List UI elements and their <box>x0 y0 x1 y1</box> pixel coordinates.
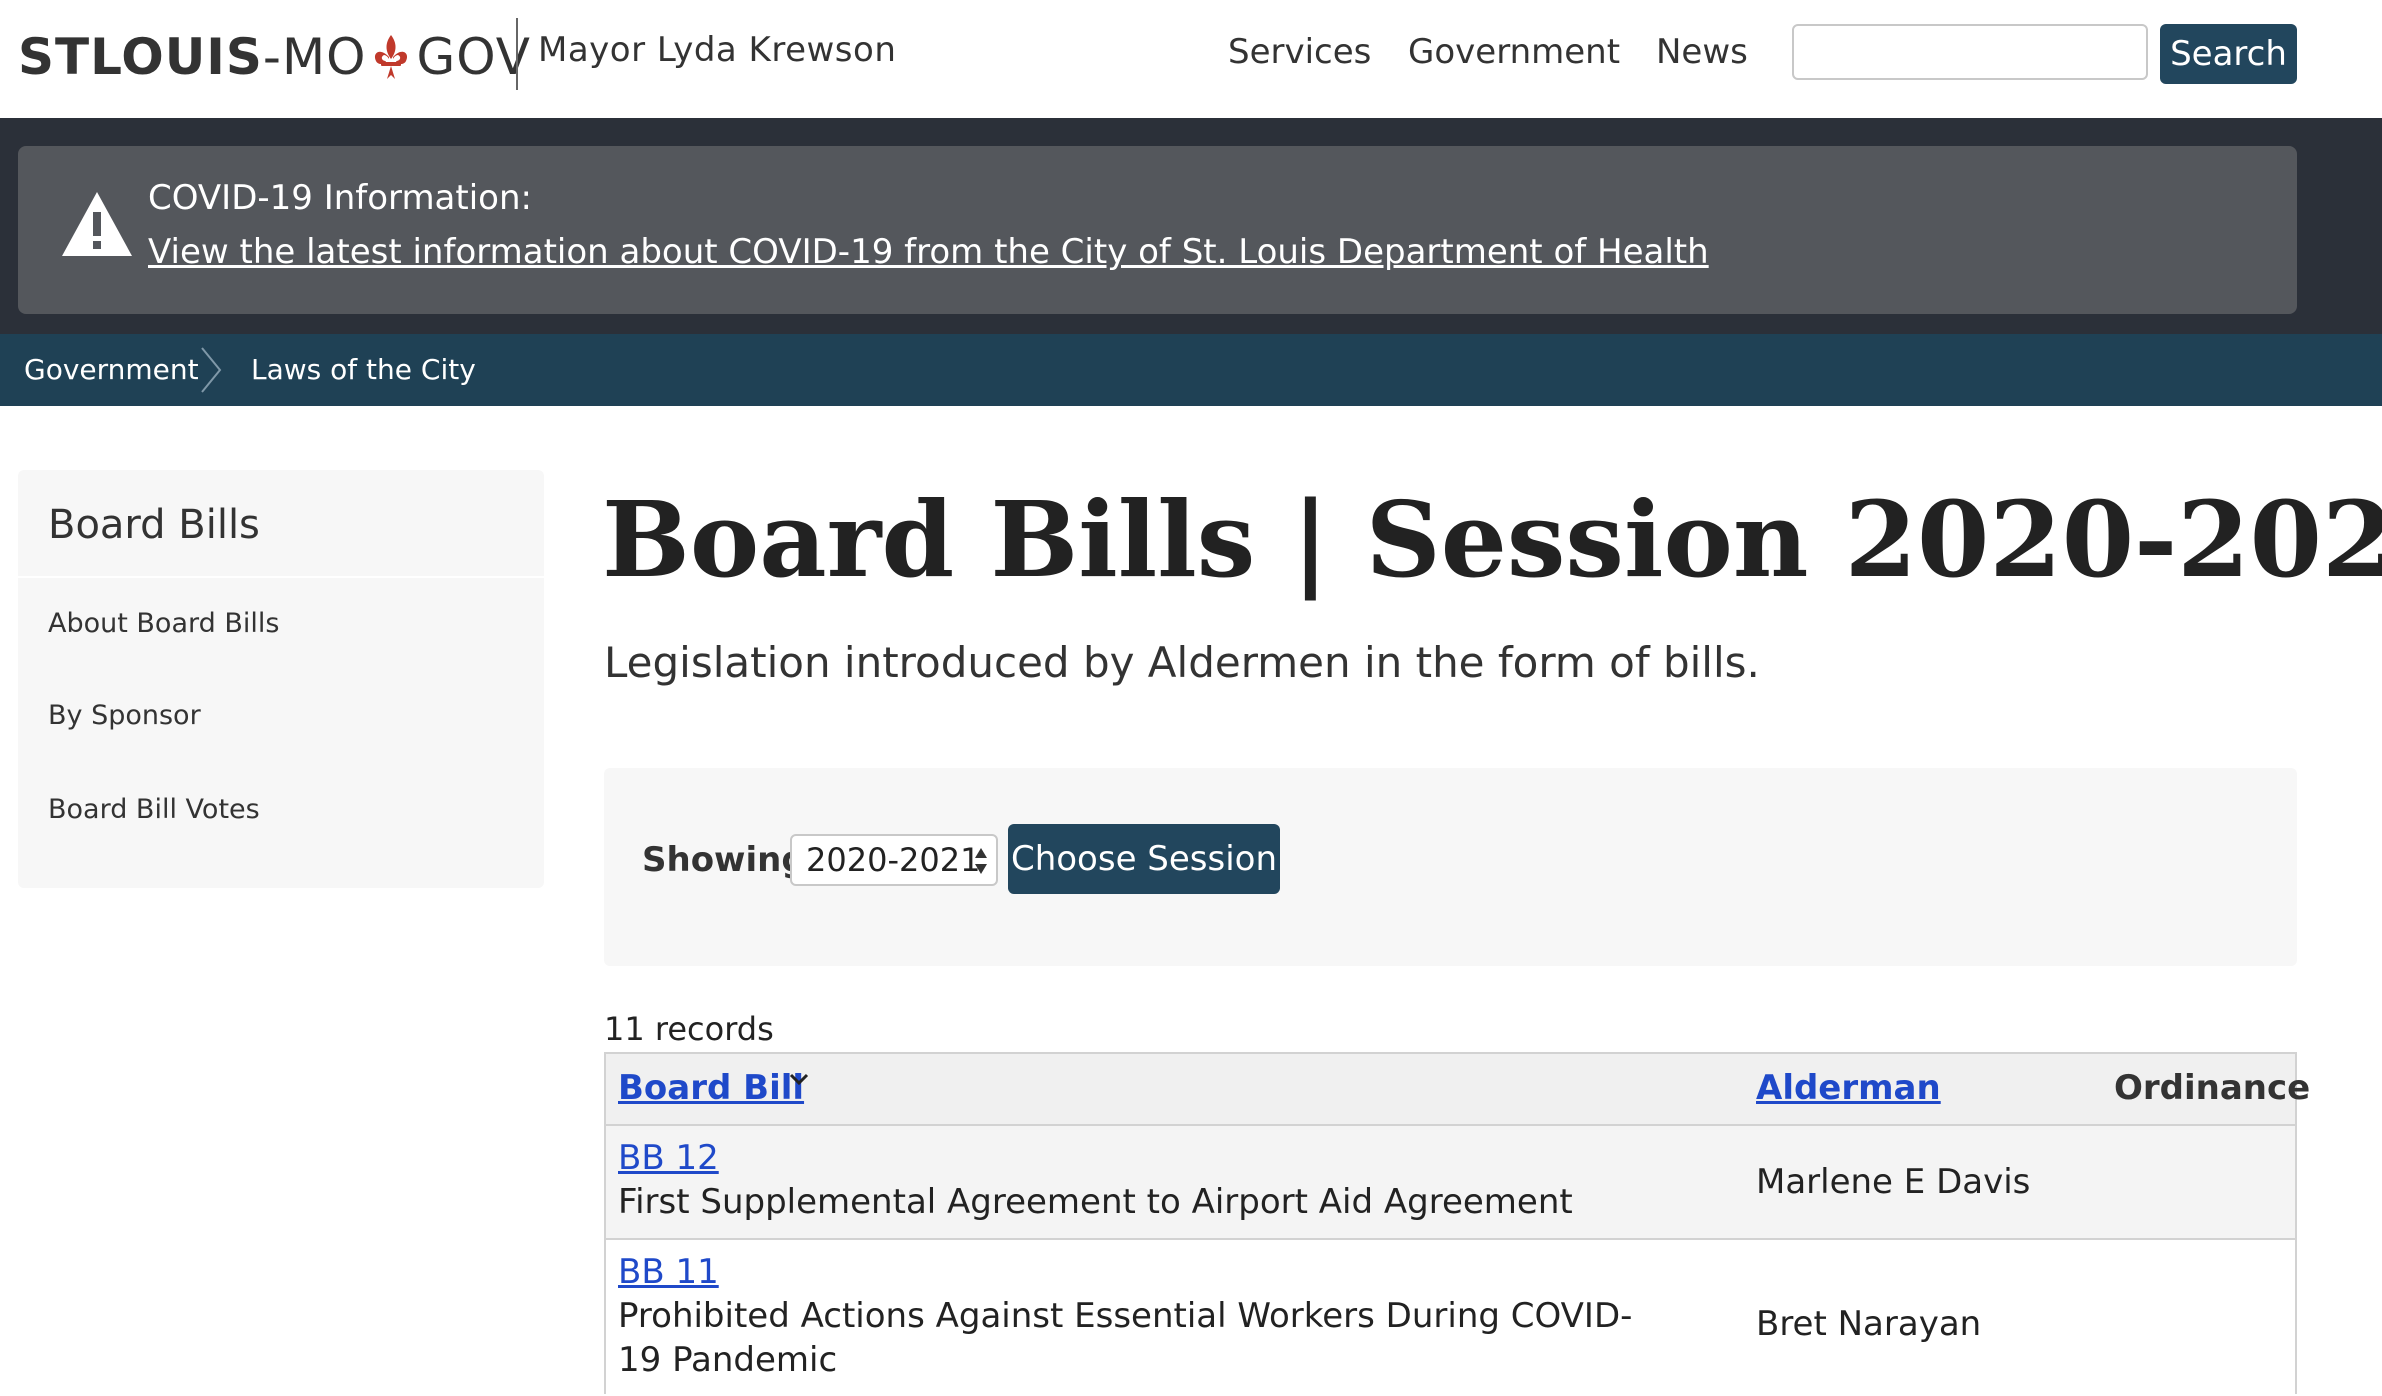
search-input[interactable] <box>1792 24 2148 80</box>
logo-text-gov: GOV <box>416 28 531 86</box>
breadcrumb: Government Laws of the City <box>0 334 2382 406</box>
site-logo[interactable]: STLOUIS -MO GOV <box>18 22 531 92</box>
column-header-alderman[interactable]: Alderman <box>1756 1068 1941 1108</box>
nav-government[interactable]: Government <box>1408 32 1620 72</box>
sort-chevron-down-icon[interactable] <box>788 1072 810 1088</box>
nav-services[interactable]: Services <box>1228 32 1371 72</box>
session-select-value: 2020-2021 <box>806 841 981 879</box>
nav-news[interactable]: News <box>1656 32 1748 72</box>
sidebar-item-by-sponsor[interactable]: By Sponsor <box>48 700 201 731</box>
sidebar-divider <box>18 576 544 578</box>
records-count: 11 records <box>604 1010 774 1048</box>
page-subtitle: Legislation introduced by Aldermen in th… <box>604 638 1760 687</box>
fleur-de-lis-icon <box>375 35 408 79</box>
column-header-board-bill[interactable]: Board Bill <box>618 1068 804 1108</box>
bill-description: First Supplemental Agreement to Airport … <box>618 1182 1573 1222</box>
alert-link[interactable]: View the latest information about COVID-… <box>148 232 1709 272</box>
bill-alderman: Bret Narayan <box>1756 1304 1982 1344</box>
page-title: Board Bills | Session 2020-2021 <box>602 478 2382 601</box>
logo-text-stlouis: STLOUIS <box>18 28 263 86</box>
column-header-board-bill-label: Board Bill <box>618 1068 805 1108</box>
session-filter-panel: Showing 2020-2021 Choose Session <box>604 768 2297 966</box>
choose-session-button[interactable]: Choose Session <box>1008 824 1280 894</box>
logo-text-mo: -MO <box>262 28 367 86</box>
breadcrumb-laws-of-the-city[interactable]: Laws of the City <box>251 353 476 386</box>
warning-icon <box>62 192 132 256</box>
table-row: BB 11 Prohibited Actions Against Essenti… <box>606 1240 2295 1396</box>
chevron-right-icon <box>201 347 222 393</box>
alert-title: COVID-19 Information: <box>148 178 532 218</box>
select-arrows-icon <box>975 848 987 874</box>
session-select[interactable]: 2020-2021 <box>790 834 998 886</box>
sidebar-title: Board Bills <box>48 502 260 548</box>
mayor-name: Mayor Lyda Krewson <box>538 30 897 70</box>
bill-alderman: Marlene E Davis <box>1756 1162 2031 1202</box>
sidebar-item-board-bill-votes[interactable]: Board Bill Votes <box>48 794 260 825</box>
table-header: Board Bill Alderman Ordinance <box>606 1054 2310 1126</box>
sidebar: Board Bills About Board Bills By Sponsor… <box>18 470 544 888</box>
site-header: STLOUIS -MO GOV Mayor Lyda Krewson Servi… <box>0 0 2382 118</box>
breadcrumb-government[interactable]: Government <box>24 353 199 386</box>
showing-label: Showing <box>642 840 806 880</box>
sidebar-item-about-board-bills[interactable]: About Board Bills <box>48 608 279 639</box>
covid-alert: COVID-19 Information: View the latest in… <box>18 146 2297 314</box>
column-header-ordinance: Ordinance <box>2114 1068 2311 1108</box>
bill-description: Prohibited Actions Against Essential Wor… <box>618 1296 1633 1380</box>
board-bills-table: Board Bill Alderman Ordinance BB 12 Firs… <box>604 1052 2310 1396</box>
logo-divider <box>516 18 518 90</box>
bill-link[interactable]: BB 11 <box>618 1252 719 1292</box>
table-row: BB 12 First Supplemental Agreement to Ai… <box>606 1126 2295 1238</box>
search-button[interactable]: Search <box>2160 24 2297 84</box>
bill-link[interactable]: BB 12 <box>618 1138 719 1178</box>
